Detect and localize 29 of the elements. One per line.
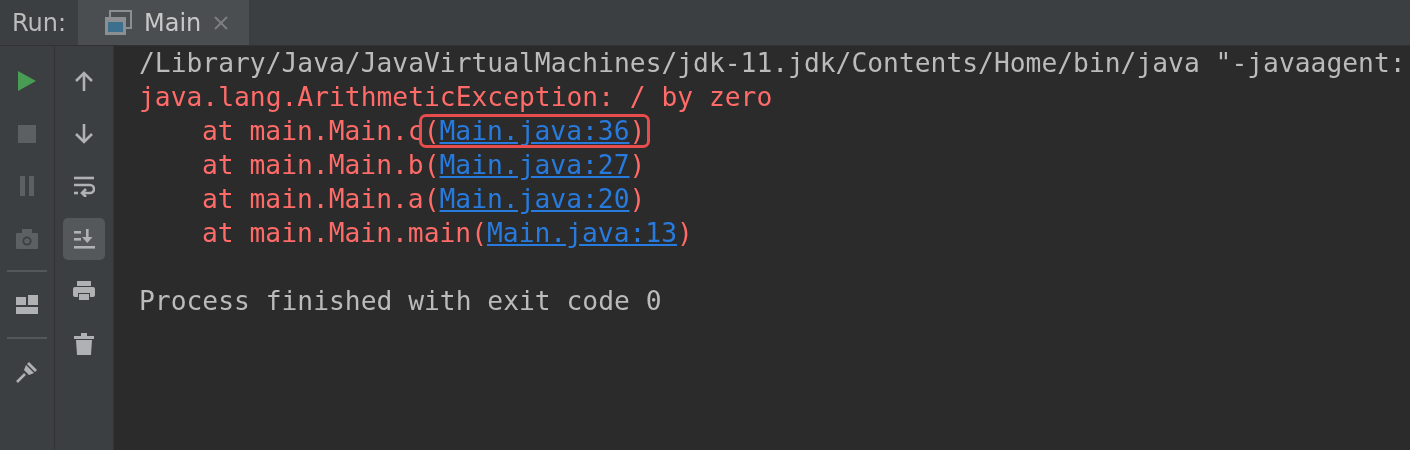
exception-message: java.lang.ArithmeticException: / by zero xyxy=(139,81,773,114)
down-icon xyxy=(73,122,95,145)
closing-paren: ) xyxy=(629,184,646,214)
console-window-icon xyxy=(104,9,132,36)
layout-icon xyxy=(16,294,38,316)
source-link[interactable]: Main.java:13 xyxy=(487,218,677,248)
closing-paren: ) xyxy=(677,218,693,248)
run-label: Run: xyxy=(11,7,68,39)
exit-message: Process finished with exit code 0 xyxy=(139,285,662,318)
print-icon xyxy=(73,280,95,302)
stack-frame: at main.Main.b( xyxy=(202,148,440,182)
closing-paren: ) xyxy=(629,116,646,146)
scroll-end-button[interactable] xyxy=(63,217,105,260)
camera-icon xyxy=(16,227,38,250)
up-icon xyxy=(73,70,95,92)
source-link[interactable]: Main.java:20 xyxy=(439,184,630,214)
stop-icon xyxy=(16,122,38,145)
source-link[interactable]: Main.java:36 xyxy=(439,116,630,146)
trash-icon xyxy=(73,332,95,355)
wrap-icon xyxy=(73,175,95,197)
run-tab[interactable]: Main xyxy=(78,0,250,45)
stack-frame: at main.Main.main( xyxy=(202,216,487,250)
run-icon xyxy=(16,70,38,92)
pin-icon xyxy=(16,360,38,383)
source-link[interactable]: Main.java:27 xyxy=(439,150,630,180)
command-line: /Library/Java/JavaVirtualMachines/jdk-11.jdk/Contents/Home/bin/java "-javaagent: xyxy=(139,47,1406,80)
scroll-end-icon xyxy=(73,227,95,250)
closing-paren: ) xyxy=(629,150,646,180)
stack-frame: at main.Main.a( xyxy=(202,182,440,216)
